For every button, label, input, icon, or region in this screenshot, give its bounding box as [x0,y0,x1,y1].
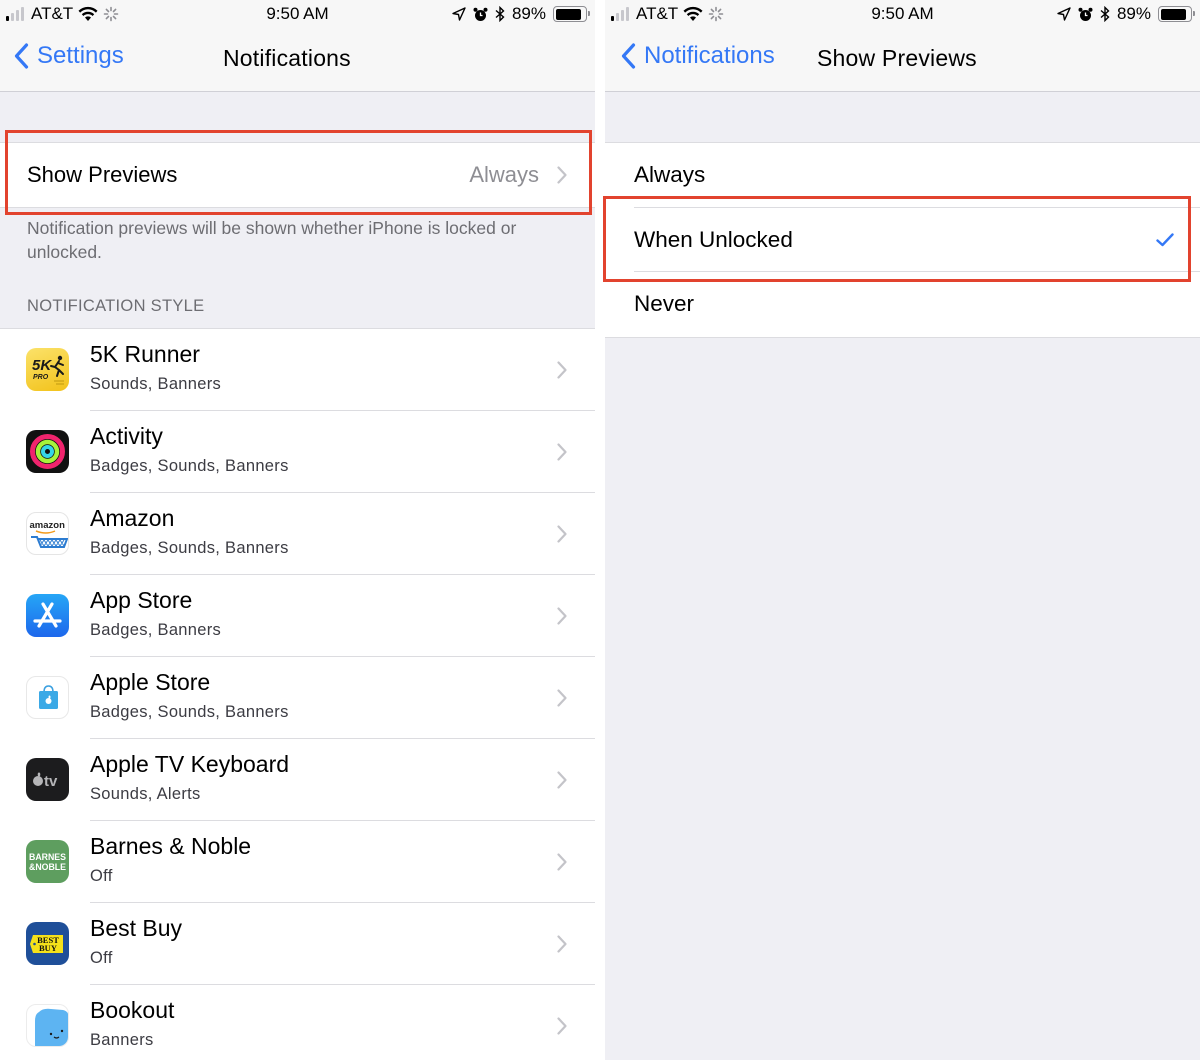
bluetooth-icon [1100,6,1110,22]
show-previews-group: Show Previews Always [0,142,595,208]
app-notification-summary: Badges, Sounds, Banners [90,539,289,557]
chevron-right-icon [557,771,567,789]
app-row-apple-tv-keyboard[interactable]: tv Apple TV Keyboard Sounds, Alerts [0,739,595,821]
bookout-icon [26,1004,69,1047]
app-name: 5K Runner [90,341,200,367]
chevron-right-icon [557,166,567,184]
app-name: Apple TV Keyboard [90,751,290,777]
alarm-icon [473,7,488,21]
svg-text:PRO: PRO [33,374,49,381]
app-row-activity[interactable]: Activity Badges, Sounds, Banners [0,411,595,493]
back-button-label: Settings [37,42,124,69]
chevron-right-icon [557,1017,567,1035]
app-row-app-store[interactable]: App Store Badges, Banners [0,575,595,657]
activity-icon [26,430,69,473]
show-previews-footer: Notification previews will be shown whet… [27,218,517,262]
svg-text:tv: tv [44,773,58,790]
show-previews-screen: AT&T 9:50 AM 89% Notifications Show Prev… [605,0,1200,1060]
battery-level [1160,8,1187,20]
apple-store-icon [26,676,69,719]
navigation-bar: Settings Notifications [0,28,595,92]
option-label: When Unlocked [634,226,793,252]
app-list: 5K PRO 5K Runner Sounds, Banners Activit… [0,328,595,1060]
alarm-icon [1078,7,1093,21]
app-row-5k-runner[interactable]: 5K PRO 5K Runner Sounds, Banners [0,329,595,411]
location-arrow-icon [1057,7,1071,21]
amazon-icon: amazon [26,512,69,555]
app-notification-summary: Badges, Banners [90,621,222,639]
chevron-left-icon [621,43,636,69]
svg-text:&NOBLE: &NOBLE [29,862,66,873]
option-always[interactable]: Always [605,143,1200,208]
status-bar: AT&T 9:50 AM 89% [605,0,1200,28]
checkmark-icon [1156,233,1174,246]
app-notification-summary: Banners [90,1031,154,1049]
app-row-barnes-noble[interactable]: BARNES &NOBLE Barnes & Noble Off [0,821,595,903]
option-label: Never [634,291,695,317]
back-button-notifications[interactable]: Notifications [621,42,775,70]
app-notification-summary: Badges, Sounds, Banners [90,703,289,721]
barnes-noble-icon: BARNES &NOBLE [26,840,69,883]
status-right: 89% [1057,4,1195,24]
battery-percent: 89% [1116,4,1151,23]
show-previews-value: Always [469,162,539,187]
preview-options-group: Always When Unlocked Never [605,142,1200,338]
chevron-right-icon [557,853,567,871]
app-row-bookout[interactable]: Bookout Banners [0,985,595,1060]
status-right: 89% [452,4,590,24]
app-name: Barnes & Noble [90,833,252,859]
bluetooth-icon [495,6,505,22]
option-when-unlocked[interactable]: When Unlocked [605,208,1200,272]
app-name: Bookout [90,997,175,1023]
app-name: Apple Store [90,669,211,695]
app-notification-summary: Sounds, Banners [90,375,222,393]
battery-icon [553,6,590,22]
app-name: Amazon [90,505,175,531]
app-row-best-buy[interactable]: BEST BUY Best Buy Off [0,903,595,985]
option-never[interactable]: Never [605,272,1200,337]
chevron-left-icon [14,43,29,69]
app-notification-summary: Off [90,867,113,885]
app-name: Best Buy [90,915,183,941]
svg-text:5K: 5K [32,357,52,374]
option-label: Always [634,162,706,188]
back-button-settings[interactable]: Settings [14,42,124,70]
app-notification-summary: Sounds, Alerts [90,785,201,803]
notifications-screen: AT&T 9:50 AM 89% Settings Notifications … [0,0,595,1060]
section-header-notification-style: NOTIFICATION STYLE [27,297,205,315]
chevron-right-icon [557,443,567,461]
battery-icon [1158,6,1195,22]
battery-percent: 89% [511,4,546,23]
status-bar: AT&T 9:50 AM 89% [0,0,595,28]
5k-runner-icon: 5K PRO [26,348,69,391]
chevron-right-icon [557,689,567,707]
app-row-apple-store[interactable]: Apple Store Badges, Sounds, Banners [0,657,595,739]
app-notification-summary: Off [90,949,113,967]
page-title: Notifications [223,45,351,71]
app-name: App Store [90,587,193,613]
svg-text:amazon: amazon [30,520,66,531]
best-buy-icon: BEST BUY [26,922,69,965]
location-arrow-icon [452,7,466,21]
show-previews-label: Show Previews [27,162,178,187]
app-name: Activity [90,423,163,449]
page-title: Show Previews [817,45,977,71]
battery-level [555,8,582,20]
app-notification-summary: Badges, Sounds, Banners [90,457,289,475]
navigation-bar: Notifications Show Previews [605,28,1200,92]
chevron-right-icon [557,525,567,543]
back-button-label: Notifications [644,42,775,69]
chevron-right-icon [557,935,567,953]
svg-text:BUY: BUY [39,943,57,953]
chevron-right-icon [557,361,567,379]
show-previews-row[interactable]: Show Previews Always [0,143,595,207]
app-store-icon [26,594,69,637]
chevron-right-icon [557,607,567,625]
apple-tv-icon: tv [26,758,69,801]
app-row-amazon[interactable]: amazon Amazon Badges, Sounds, Banners [0,493,595,575]
